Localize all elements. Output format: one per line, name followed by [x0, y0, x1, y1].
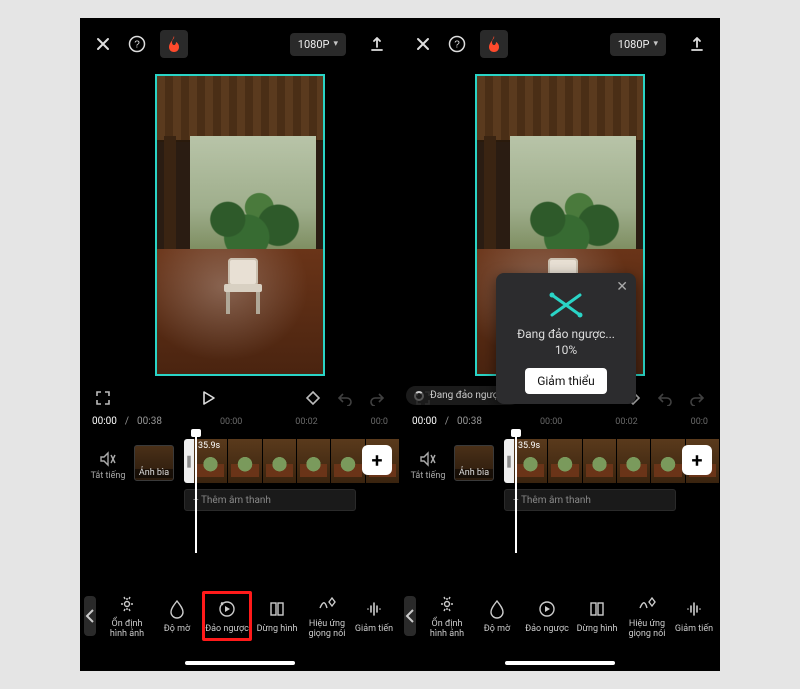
home-indicator	[505, 661, 615, 665]
tool-opacity[interactable]: Độ mờ	[152, 594, 202, 638]
reducenoise-icon	[685, 598, 703, 620]
add-audio-button[interactable]: + Thêm âm thanh	[184, 489, 356, 511]
stabilize-icon	[437, 593, 457, 615]
opacity-icon	[488, 598, 506, 620]
stabilize-icon	[117, 593, 137, 615]
tool-bar: Ổn định hình ảnh Độ mờ Đảo ngược Dừng hì…	[400, 583, 720, 649]
keyframe-icon[interactable]	[302, 387, 324, 409]
modal-minimize-button[interactable]: Giảm thiểu	[525, 368, 607, 394]
svg-text:?: ?	[134, 40, 140, 51]
timeline[interactable]: Tắt tiếng ∥ 35.9s + Thêm âm thanh +	[80, 431, 400, 553]
tool-freeze[interactable]: Dừng hình	[252, 594, 302, 638]
export-icon[interactable]	[366, 33, 388, 55]
chevron-down-icon: ▾	[653, 39, 658, 49]
home-indicator	[185, 661, 295, 665]
mute-button[interactable]: Tắt tiếng	[406, 451, 450, 481]
add-audio-button[interactable]: + Thêm âm thanh	[504, 489, 676, 511]
chevron-down-icon: ▾	[333, 39, 338, 49]
current-time: 00:00	[92, 416, 117, 427]
undo-icon	[334, 387, 356, 409]
timeline[interactable]: Tắt tiếng ∥ 35.9s + Thêm âm thanh +	[400, 431, 720, 553]
tool-opacity[interactable]: Độ mờ	[472, 594, 522, 638]
tool-stabilize[interactable]: Ổn định hình ảnh	[422, 589, 472, 644]
tool-voicefx[interactable]: Hiệu ứng giọng nói	[302, 589, 352, 644]
cover-thumb[interactable]	[454, 445, 494, 481]
svg-text:?: ?	[454, 40, 460, 51]
freeze-icon	[268, 598, 286, 620]
export-icon[interactable]	[686, 33, 708, 55]
close-icon[interactable]	[92, 33, 114, 55]
screenshot-right: ? 1080P ▾	[400, 18, 720, 671]
back-button[interactable]	[404, 596, 416, 636]
ruler-ticks: 00:00 00:02 00:0	[170, 417, 388, 427]
resolution-label: 1080P	[618, 38, 650, 51]
tool-reverse[interactable]: Đảo ngược	[202, 591, 252, 641]
resolution-button[interactable]: 1080P ▾	[290, 33, 346, 56]
playhead[interactable]	[195, 431, 197, 553]
redo-icon	[366, 387, 388, 409]
preview-area	[80, 70, 400, 382]
screenshot-left: ? 1080P ▾	[80, 18, 400, 671]
reverse-progress-modal: ✕ Đang đảo ngược... 10% Giảm thiểu	[496, 273, 636, 404]
undo-icon	[654, 387, 676, 409]
fire-icon[interactable]	[160, 30, 188, 58]
help-icon[interactable]: ?	[446, 33, 468, 55]
player-controls	[80, 382, 400, 414]
voicefx-icon	[637, 593, 657, 615]
current-time: 00:00	[412, 416, 437, 427]
clip-handle-left[interactable]: ∥	[504, 439, 514, 483]
clip-handle-left[interactable]: ∥	[184, 439, 194, 483]
mute-button[interactable]: Tắt tiếng	[86, 451, 130, 481]
top-bar: ? 1080P ▾	[400, 18, 720, 70]
cover-thumb[interactable]	[134, 445, 174, 481]
modal-text: Đang đảo ngược... 10%	[506, 327, 626, 358]
tool-voicefx[interactable]: Hiệu ứng giọng nói	[622, 589, 672, 644]
close-icon[interactable]	[412, 33, 434, 55]
play-icon[interactable]	[197, 387, 219, 409]
time-row: 00:00 / 00:38 00:00 00:02 00:0	[400, 414, 720, 431]
ruler-ticks: 00:00 00:02 00:0	[490, 417, 708, 427]
resolution-label: 1080P	[298, 38, 330, 51]
add-clip-button[interactable]: +	[682, 445, 712, 475]
clip-duration: 35.9s	[198, 441, 220, 451]
fullscreen-icon[interactable]	[92, 387, 114, 409]
duration: 00:38	[137, 416, 162, 427]
reverse-icon	[537, 598, 557, 620]
reverse-modal-icon	[548, 291, 584, 319]
back-button[interactable]	[84, 596, 96, 636]
mute-label: Tắt tiếng	[411, 471, 446, 481]
spinner-icon	[414, 391, 424, 401]
opacity-icon	[168, 598, 186, 620]
help-icon[interactable]: ?	[126, 33, 148, 55]
reducenoise-icon	[365, 598, 383, 620]
tool-bar: Ổn định hình ảnh Độ mờ Đảo ngược Dừng hì…	[80, 583, 400, 649]
tool-stabilize[interactable]: Ổn định hình ảnh	[102, 589, 152, 644]
freeze-icon	[588, 598, 606, 620]
reverse-icon	[217, 598, 237, 620]
fire-icon[interactable]	[480, 30, 508, 58]
video-preview[interactable]	[155, 74, 325, 376]
tool-reducenoise[interactable]: Giảm tiến	[672, 594, 716, 638]
playhead[interactable]	[515, 431, 517, 553]
top-bar: ? 1080P ▾	[80, 18, 400, 70]
clip-duration: 35.9s	[518, 441, 540, 451]
resolution-button[interactable]: 1080P ▾	[610, 33, 666, 56]
time-row: 00:00 / 00:38 00:00 00:02 00:0	[80, 414, 400, 431]
tool-freeze[interactable]: Dừng hình	[572, 594, 622, 638]
voicefx-icon	[317, 593, 337, 615]
add-clip-button[interactable]: +	[362, 445, 392, 475]
duration: 00:38	[457, 416, 482, 427]
modal-close-icon[interactable]: ✕	[616, 279, 628, 295]
tool-reducenoise[interactable]: Giảm tiến	[352, 594, 396, 638]
redo-icon	[686, 387, 708, 409]
tool-reverse[interactable]: Đảo ngược	[522, 594, 572, 638]
mute-label: Tắt tiếng	[91, 471, 126, 481]
